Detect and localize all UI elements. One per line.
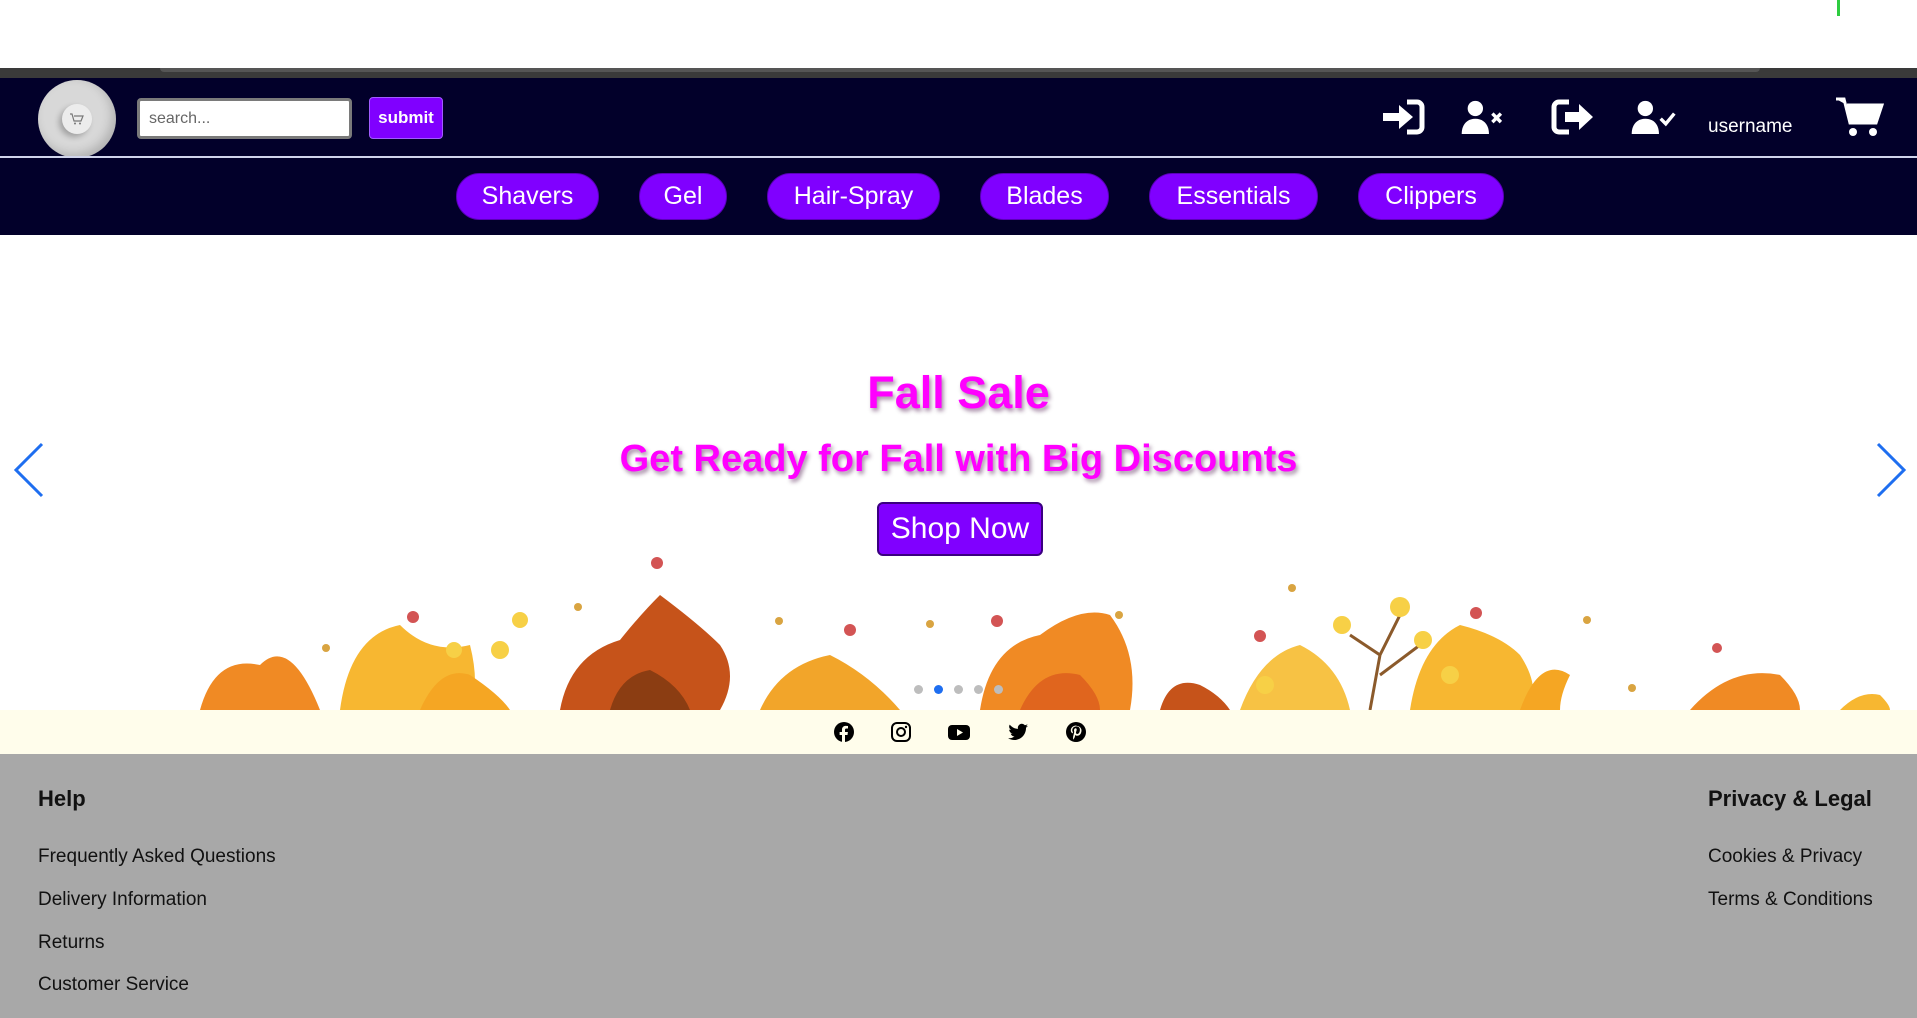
category-clippers[interactable]: Clippers (1358, 173, 1504, 220)
carousel-prev-icon[interactable] (10, 440, 50, 500)
shopping-cart-icon[interactable] (1835, 96, 1885, 138)
cart-logo-icon (62, 104, 92, 134)
search-input[interactable] (137, 98, 352, 139)
shop-now-button[interactable]: Shop Now (877, 502, 1043, 556)
returns-link[interactable]: Returns (38, 932, 105, 954)
carousel-dot-active[interactable] (934, 685, 943, 694)
facebook-icon[interactable] (832, 720, 856, 744)
submit-button[interactable]: submit (369, 97, 443, 139)
twitter-icon[interactable] (1006, 720, 1030, 744)
carousel-dot[interactable] (994, 685, 1003, 694)
hero-subtitle: Get Ready for Fall with Big Discounts (619, 438, 1298, 480)
remove-user-icon[interactable] (1460, 96, 1506, 138)
customer-service-link[interactable]: Customer Service (38, 974, 189, 996)
pinterest-icon[interactable] (1064, 720, 1088, 744)
top-strip (0, 68, 1917, 78)
user-check-icon[interactable] (1630, 96, 1676, 138)
category-gel[interactable]: Gel (639, 173, 727, 220)
carousel-dot[interactable] (914, 685, 923, 694)
category-nav: Shavers Gel Hair-Spray Blades Essentials… (0, 158, 1917, 235)
category-blades[interactable]: Blades (980, 173, 1109, 220)
hero-title: Fall Sale (867, 367, 1050, 418)
site-logo[interactable] (38, 80, 116, 158)
faq-link[interactable]: Frequently Asked Questions (38, 846, 276, 868)
instagram-icon[interactable] (889, 720, 913, 744)
category-shavers[interactable]: Shavers (456, 173, 599, 220)
privacy-legal-heading: Privacy & Legal (1708, 786, 1872, 811)
category-hair-spray[interactable]: Hair-Spray (767, 173, 940, 220)
hero-carousel: Fall Sale Get Ready for Fall with Big Di… (0, 235, 1917, 710)
status-mark (1837, 0, 1840, 16)
delivery-info-link[interactable]: Delivery Information (38, 889, 207, 911)
category-essentials[interactable]: Essentials (1149, 173, 1318, 220)
youtube-icon[interactable] (947, 720, 971, 744)
browser-top-area (0, 0, 1917, 68)
sign-in-icon[interactable] (1380, 96, 1426, 138)
carousel-dot[interactable] (954, 685, 963, 694)
carousel-indicators (914, 685, 1003, 694)
site-footer: Help Frequently Asked Questions Delivery… (0, 754, 1917, 1018)
username-label[interactable]: username (1708, 116, 1793, 138)
sign-out-icon[interactable] (1550, 96, 1596, 138)
site-header: submit username (0, 78, 1917, 158)
terms-conditions-link[interactable]: Terms & Conditions (1708, 889, 1873, 911)
carousel-next-icon[interactable] (1870, 440, 1910, 500)
social-bar (0, 710, 1917, 754)
carousel-dot[interactable] (974, 685, 983, 694)
help-heading: Help (38, 786, 86, 811)
cookies-privacy-link[interactable]: Cookies & Privacy (1708, 846, 1862, 868)
